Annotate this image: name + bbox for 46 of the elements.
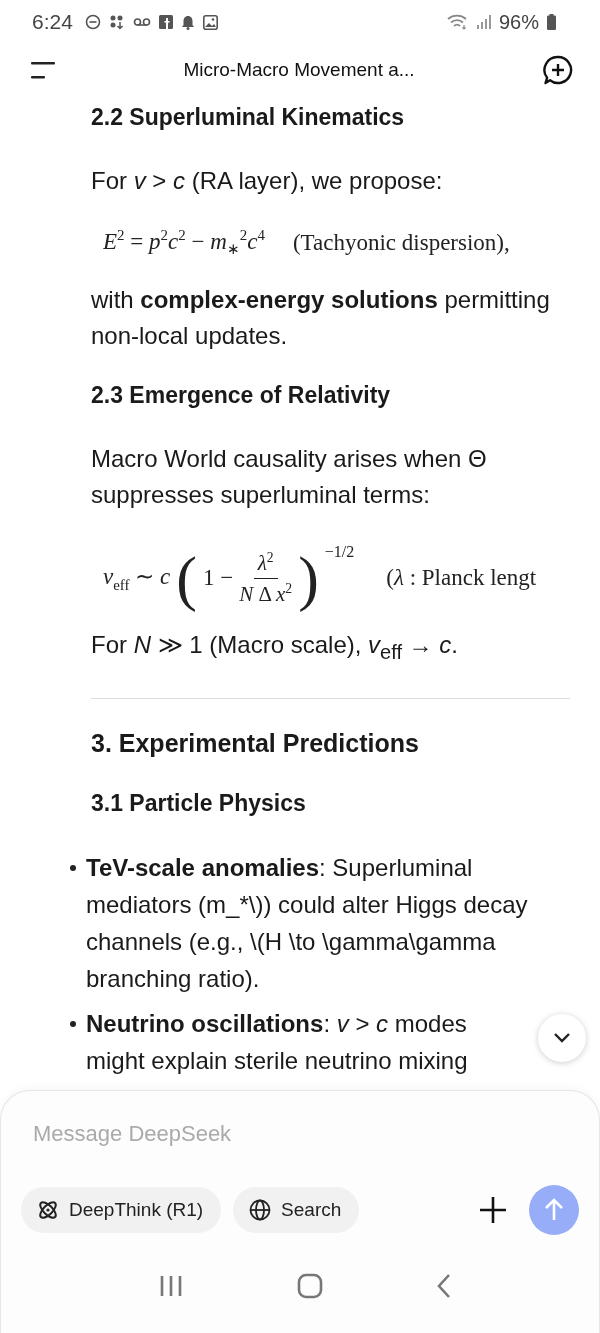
back-icon[interactable] [436, 1273, 453, 1299]
atom-icon [37, 1199, 59, 1221]
section-heading: 2.2 Superluminal Kinematics [91, 104, 406, 131]
battery-icon [547, 14, 556, 30]
bell-icon [180, 14, 195, 30]
battery-percent: 96% [498, 10, 539, 34]
section-heading: 2.3 Emergence of Relativity [91, 382, 392, 410]
equation-term: 1 − [202, 565, 234, 592]
status-time: 6:24 [32, 10, 73, 34]
globe-icon [249, 1199, 272, 1221]
paragraph: Macro World causality arises when Θ suppresses superluminal terms: [91, 444, 488, 511]
paragraph: For N ≫ 1 (Macro scale), v$_{eff}$ → c. [91, 630, 459, 666]
toggle-chip[interactable]: DeepThink (R1) [21, 1187, 222, 1233]
paragraph: For v > c (RA layer), we propose: [91, 166, 444, 196]
list-item-text: Neutrino oscillations: v > c modes might explain sterile neutrino mixing [86, 1009, 469, 1077]
square-app-icon [158, 15, 173, 29]
equation-note: (λ : Planck lengt [386, 565, 537, 592]
list-item-text: TeV-scale anomalies: Superluminal mediators (m_*\)) could alter Higgs decay channels (e.g., \(H \to \gamma\gamma branching ratio). [86, 853, 529, 995]
image-icon [202, 14, 218, 30]
paragraph: with complex-energy solutions permitting non-local updates. [91, 285, 551, 352]
toggle-chip[interactable]: Search [233, 1187, 360, 1233]
section-heading: 3.1 Particle Physics [91, 790, 307, 818]
message-field[interactable]: Message DeepSeek [31, 1117, 569, 1151]
app-grid-icon [108, 14, 125, 30]
equation: E$^{2}$ = p$^{2}$c$^{2}$ − m$_{∗}$$^{2}$c$^{4}$ [103, 227, 265, 259]
parenthesis: ) [298, 547, 319, 610]
equation-lhs: v$_{eff}$ ∼ c [103, 562, 171, 594]
do-not-disturb-icon [84, 14, 101, 30]
home-icon[interactable] [297, 1273, 323, 1299]
bullet-icon [70, 865, 76, 872]
denominator: N Δ x$^{2}$ [239, 579, 293, 607]
chapter-heading: 3. Experimental Predictions [91, 729, 420, 759]
arrow-up-icon [544, 1198, 564, 1222]
menu-icon[interactable] [30, 60, 56, 80]
signal-icon [476, 15, 491, 29]
equation-note: (Tachyonic dispersion), [292, 229, 510, 256]
chevron-down-icon [553, 1032, 571, 1044]
exponent: −1/2 [324, 543, 355, 562]
wifi-icon [446, 14, 469, 30]
new-chat-icon[interactable] [542, 54, 574, 86]
chat-title: Micro-Macro Movement a... [182, 59, 416, 81]
plus-icon[interactable] [479, 1196, 507, 1224]
parenthesis: ( [176, 547, 197, 610]
numerator: λ$^{2}$ [253, 549, 278, 579]
bullet-icon [70, 1021, 76, 1028]
voicemail-icon [132, 17, 151, 27]
